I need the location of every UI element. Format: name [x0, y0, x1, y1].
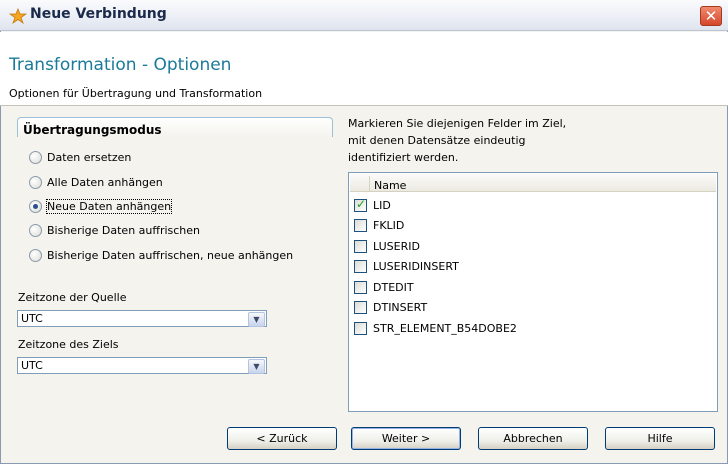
list-item[interactable]: DTINSERT	[354, 299, 427, 317]
cancel-button[interactable]: Abbrechen	[478, 427, 588, 450]
list-item[interactable]: LUSERID	[354, 237, 420, 255]
title-bar[interactable]: Neue Verbindung ✕	[0, 0, 728, 31]
field-checkbox[interactable]	[354, 301, 367, 314]
source-timezone-value: UTC	[21, 312, 43, 325]
close-button[interactable]: ✕	[700, 6, 722, 26]
next-button[interactable]: Weiter >	[351, 427, 461, 450]
back-button[interactable]: < Zurück	[227, 427, 337, 450]
transfer-mode-option-label: Alle Daten anhängen	[47, 175, 163, 189]
transfer-mode-option[interactable]: Bisherige Daten auffrischen, neue anhäng…	[29, 247, 293, 263]
list-item[interactable]: LUSERIDINSERT	[354, 258, 459, 276]
chevron-down-icon[interactable]: ▼	[248, 359, 265, 374]
field-checkbox[interactable]	[354, 280, 367, 294]
transfer-mode-title: Übertragungsmodus	[23, 123, 162, 137]
transfer-mode-option-label: Bisherige Daten auffrischen, neue anhäng…	[47, 248, 294, 262]
field-name: LID	[373, 198, 391, 212]
fields-instruction: Markieren Sie diejenigen Felder im Ziel,…	[348, 117, 567, 164]
key-fields-list[interactable]: Name LID FKLID LUSERID LUSERIDINSERT DTEDIT D…	[348, 172, 718, 412]
field-checkbox[interactable]	[354, 197, 367, 212]
transfer-mode-option[interactable]: Daten ersetzen	[29, 149, 131, 165]
radio-button[interactable]	[29, 175, 42, 189]
field-name: DTEDIT	[373, 280, 414, 294]
transfer-mode-option-label: Neue Daten anhängen	[45, 198, 173, 214]
transfer-mode-option[interactable]: Neue Daten anhängen	[29, 198, 173, 214]
list-header[interactable]: Name	[350, 174, 716, 192]
list-item[interactable]: LID	[354, 196, 391, 214]
target-timezone-select[interactable]: UTC ▼	[17, 357, 267, 374]
radio-button[interactable]	[29, 150, 42, 164]
field-name: STR_ELEMENT_B54DOBE2	[373, 321, 517, 335]
field-checkbox[interactable]	[354, 219, 367, 232]
field-checkbox[interactable]	[354, 321, 367, 335]
source-timezone-label: Zeitzone der Quelle	[18, 291, 127, 304]
transfer-mode-option-label: Daten ersetzen	[47, 150, 132, 164]
help-button[interactable]: Hilfe	[605, 427, 715, 450]
radio-button[interactable]	[29, 223, 42, 237]
field-checkbox[interactable]	[354, 260, 367, 273]
source-timezone-select[interactable]: UTC ▼	[17, 310, 267, 327]
target-timezone-value: UTC	[21, 359, 43, 372]
transfer-mode-option-label: Bisherige Daten auffrischen	[47, 223, 201, 237]
field-name: LUSERID	[373, 239, 420, 253]
radio-button[interactable]	[29, 199, 42, 213]
window-title: Neue Verbindung	[30, 6, 167, 22]
list-item[interactable]: DTEDIT	[354, 278, 414, 296]
transfer-mode-option[interactable]: Alle Daten anhängen	[29, 174, 163, 190]
field-name: FKLID	[373, 219, 405, 232]
transfer-mode-option[interactable]: Bisherige Daten auffrischen	[29, 222, 200, 238]
list-item[interactable]: FKLID	[354, 217, 404, 235]
radio-button[interactable]	[29, 248, 42, 262]
field-name: DTINSERT	[373, 301, 428, 314]
page-title: Transformation - Optionen	[9, 55, 232, 75]
wizard-star-icon	[9, 8, 27, 24]
column-header-name: Name	[374, 179, 407, 192]
list-item[interactable]: STR_ELEMENT_B54DOBE2	[354, 319, 517, 337]
target-timezone-label: Zeitzone des Ziels	[18, 338, 119, 351]
chevron-down-icon[interactable]: ▼	[248, 312, 265, 327]
column-divider	[369, 176, 370, 191]
field-checkbox[interactable]	[354, 239, 367, 253]
page-subtitle: Optionen für Übertragung und Transformat…	[9, 87, 263, 100]
field-name: LUSERIDINSERT	[373, 260, 459, 273]
